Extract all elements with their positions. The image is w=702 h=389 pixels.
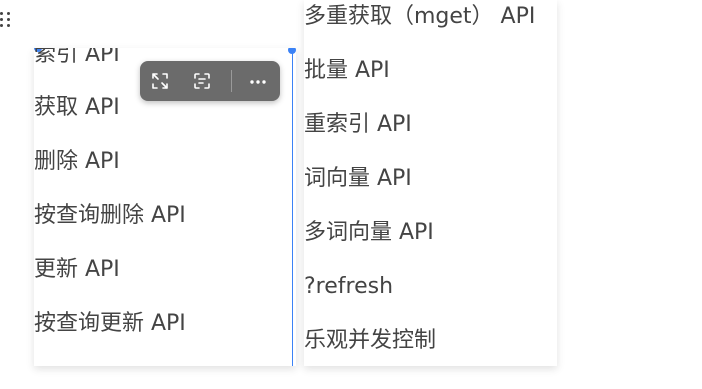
list-item[interactable]: 索引 API (34, 48, 120, 70)
list-item[interactable]: 按查询更新 API (34, 309, 186, 339)
toolbar-divider (231, 70, 232, 92)
drag-handle-icon[interactable] (0, 12, 12, 28)
document-canvas: 索引 API 获取 API 删除 API 按查询删除 API 更新 API 按查… (0, 0, 702, 389)
list-item[interactable]: 更新 API (34, 255, 120, 285)
list-item[interactable]: 按查询删除 API (34, 201, 186, 231)
list-item[interactable]: 获取 API (34, 93, 120, 123)
more-icon[interactable] (247, 70, 269, 92)
list-item[interactable]: 重索引 API (304, 110, 412, 140)
list-item[interactable]: 批量 API (304, 56, 390, 86)
scan-text-icon[interactable] (191, 70, 213, 92)
selection-border (292, 48, 293, 366)
list-item[interactable]: 多词向量 API (304, 218, 434, 248)
list-item[interactable]: 乐观并发控制 (304, 326, 436, 356)
list-item[interactable]: 词向量 API (304, 164, 412, 194)
list-item[interactable]: 删除 API (34, 147, 120, 177)
right-api-list[interactable]: 多重获取（mget） API 批量 API 重索引 API 词向量 API 多词… (304, 0, 557, 366)
list-item[interactable]: ?refresh (304, 272, 393, 302)
list-item[interactable]: 多重获取（mget） API (304, 2, 535, 32)
floating-toolbar (140, 61, 280, 101)
expand-icon[interactable] (149, 70, 171, 92)
